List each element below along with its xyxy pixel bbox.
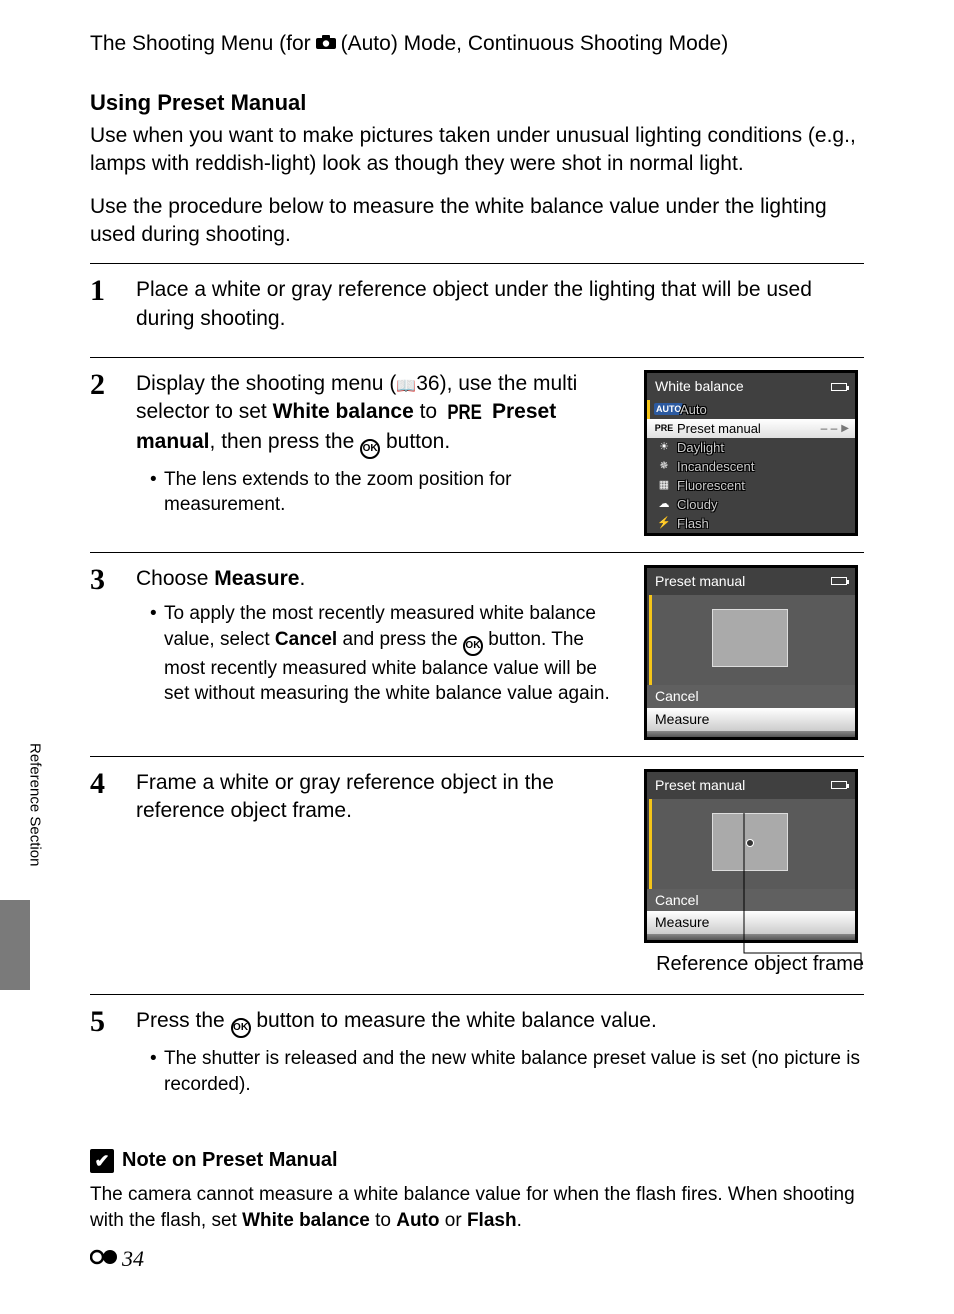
step-number: 1 bbox=[90, 276, 118, 306]
step-number: 3 bbox=[90, 565, 118, 595]
chevron-right-icon: ▶ bbox=[841, 422, 849, 436]
wb-option-daylight: ☀Daylight bbox=[647, 438, 855, 457]
section-symbol-icon bbox=[90, 1244, 120, 1274]
intro-paragraph-1: Use when you want to make pictures taken… bbox=[90, 122, 864, 179]
lcd-bottom-bar bbox=[647, 731, 855, 737]
note-body: The camera cannot measure a white balanc… bbox=[90, 1182, 864, 1233]
side-tab: Reference Section bbox=[24, 720, 44, 990]
intro-paragraph-2: Use the procedure below to measure the w… bbox=[90, 193, 864, 250]
lcd-title: Preset manual bbox=[655, 572, 745, 591]
pm-option-cancel: Cancel bbox=[647, 889, 855, 912]
step-number: 4 bbox=[90, 769, 118, 799]
note-check-icon: ✔ bbox=[90, 1149, 114, 1173]
section-heading: Using Preset Manual bbox=[90, 88, 864, 118]
pm-option-measure: Measure bbox=[647, 708, 855, 731]
step-number: 5 bbox=[90, 1007, 118, 1037]
note-heading: ✔ Note on Preset Manual bbox=[90, 1147, 864, 1174]
fluorescent-icon: ▦ bbox=[651, 478, 677, 493]
header-prefix: The Shooting Menu (for bbox=[90, 30, 311, 58]
lcd-preset-manual-measure: Preset manual Cancel Measure bbox=[644, 565, 858, 740]
step-number: 2 bbox=[90, 370, 118, 400]
reference-frame-marker bbox=[746, 839, 754, 847]
lcd-title: Preset manual bbox=[655, 776, 745, 795]
sun-icon: ☀ bbox=[651, 440, 677, 455]
wb-option-cloudy: ☁Cloudy bbox=[647, 495, 855, 514]
step-5: 5 Press the OK button to measure the whi… bbox=[90, 995, 864, 1117]
step-3: 3 Choose Measure. To apply the most rece… bbox=[90, 553, 864, 756]
step-2-bullet: The lens extends to the zoom position fo… bbox=[150, 467, 626, 518]
step-2: 2 Display the shooting menu (📖36), use t… bbox=[90, 358, 864, 552]
bulb-icon: ✵ bbox=[651, 459, 677, 474]
lcd-white-balance-menu: White balance AUTOAuto PREPreset manual–… bbox=[644, 370, 858, 536]
side-tab-label: Reference Section bbox=[24, 720, 44, 890]
lcd-title: White balance bbox=[655, 377, 744, 396]
step-3-bullet: To apply the most recently measured whit… bbox=[150, 601, 626, 707]
camera-icon bbox=[315, 30, 337, 58]
ok-button-icon: OK bbox=[231, 1018, 251, 1038]
pm-option-cancel: Cancel bbox=[647, 685, 855, 708]
wb-option-flash: ⚡Flash bbox=[647, 514, 855, 533]
step-4: 4 Frame a white or gray reference object… bbox=[90, 757, 864, 995]
side-tab-bar bbox=[0, 900, 30, 990]
step-3-text: Choose Measure. bbox=[136, 565, 626, 593]
cloud-icon: ☁ bbox=[651, 497, 677, 512]
ok-button-icon: OK bbox=[360, 439, 380, 459]
reference-frame-caption: Reference object frame bbox=[644, 951, 864, 978]
lcd-bottom-bar bbox=[647, 934, 855, 940]
battery-icon bbox=[831, 781, 847, 789]
page-number: 34 bbox=[90, 1244, 144, 1274]
pm-option-measure: Measure bbox=[647, 911, 855, 934]
step-1-text: Place a white or gray reference object u… bbox=[136, 276, 864, 333]
wb-option-incandescent: ✵Incandescent bbox=[647, 457, 855, 476]
header-suffix: (Auto) Mode, Continuous Shooting Mode) bbox=[341, 30, 729, 58]
manual-ref-icon: 📖 bbox=[396, 378, 416, 395]
step-2-text: Display the shooting menu (📖36), use the… bbox=[136, 370, 626, 458]
battery-icon bbox=[831, 383, 847, 391]
wb-option-fluorescent: ▦Fluorescent bbox=[647, 476, 855, 495]
step-1: 1 Place a white or gray reference object… bbox=[90, 264, 864, 357]
flash-icon: ⚡ bbox=[651, 516, 677, 531]
wb-option-preset-manual: PREPreset manual– –▶ bbox=[647, 419, 855, 438]
lcd-preset-manual-frame: Preset manual Cancel Measure bbox=[644, 769, 858, 944]
ok-button-icon: OK bbox=[463, 636, 483, 656]
step-4-text: Frame a white or gray reference object i… bbox=[136, 769, 626, 826]
reference-frame bbox=[712, 609, 788, 667]
step-5-text: Press the OK button to measure the white… bbox=[136, 1007, 864, 1038]
pre-icon: PRE bbox=[447, 399, 482, 427]
step-5-bullet: The shutter is released and the new whit… bbox=[150, 1046, 864, 1097]
battery-icon bbox=[831, 577, 847, 585]
page-header: The Shooting Menu (for (Auto) Mode, Cont… bbox=[90, 30, 864, 58]
wb-option-auto: AUTOAuto bbox=[647, 400, 855, 419]
